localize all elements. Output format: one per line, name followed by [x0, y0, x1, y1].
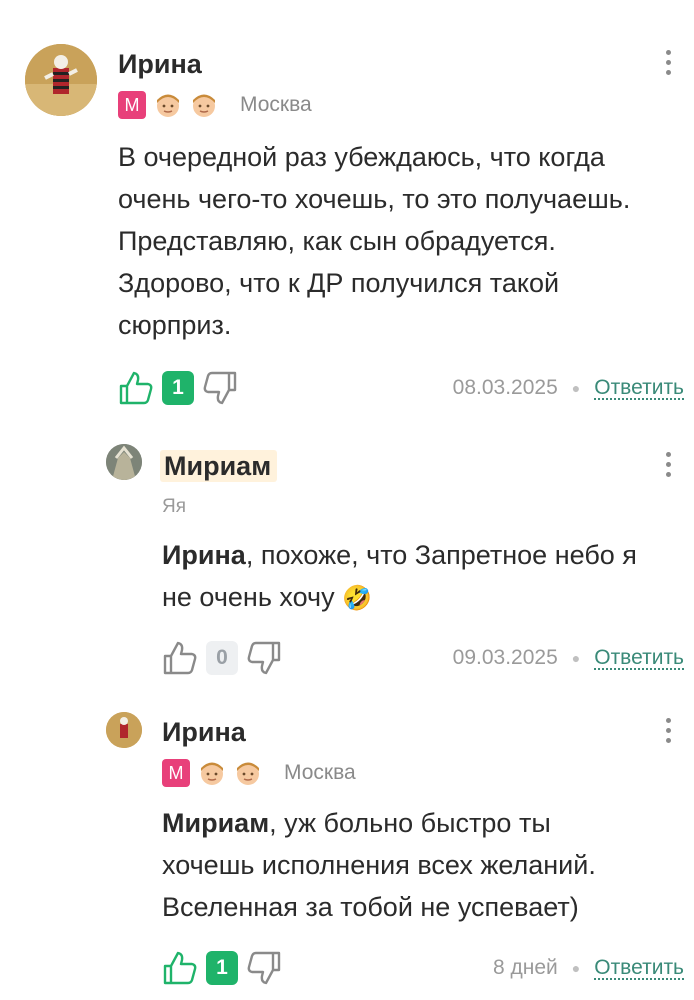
- avatar-image: [106, 712, 142, 748]
- vote-controls: 1: [162, 948, 282, 988]
- mention[interactable]: Мириам: [162, 808, 269, 838]
- author-name[interactable]: Ирина: [162, 716, 246, 748]
- face-badge-icon: [201, 762, 223, 785]
- reply-link[interactable]: Ответить: [594, 956, 684, 980]
- badge-letter: М: [162, 759, 190, 787]
- face-badge-icon: [237, 762, 259, 785]
- text-line: хочешь исполнения всех желаний.: [162, 850, 596, 880]
- vote-count: 1: [206, 951, 238, 985]
- user-badges: М Москва: [162, 758, 356, 788]
- comment-3: Ирина М Москва Мириам, уж больно быстро …: [0, 0, 694, 1000]
- author-city: Москва: [284, 761, 356, 784]
- thumbs-up-icon[interactable]: [162, 950, 198, 986]
- thumbs-down-icon[interactable]: [246, 950, 282, 986]
- comment-text: Мириам, уж больно быстро ты хочешь испол…: [162, 802, 596, 928]
- text-line: Вселенная за тобой не успевает): [162, 892, 579, 922]
- separator-dot: ●: [571, 960, 581, 976]
- comment-date: 8 дней: [492, 956, 558, 979]
- text-fragment: , уж больно быстро ты: [269, 808, 551, 838]
- more-vertical-icon[interactable]: [666, 718, 672, 743]
- comment-meta: 8 дней ● Ответить: [493, 948, 684, 988]
- text-line: Мириам, уж больно быстро ты: [162, 802, 596, 844]
- avatar[interactable]: [106, 712, 142, 748]
